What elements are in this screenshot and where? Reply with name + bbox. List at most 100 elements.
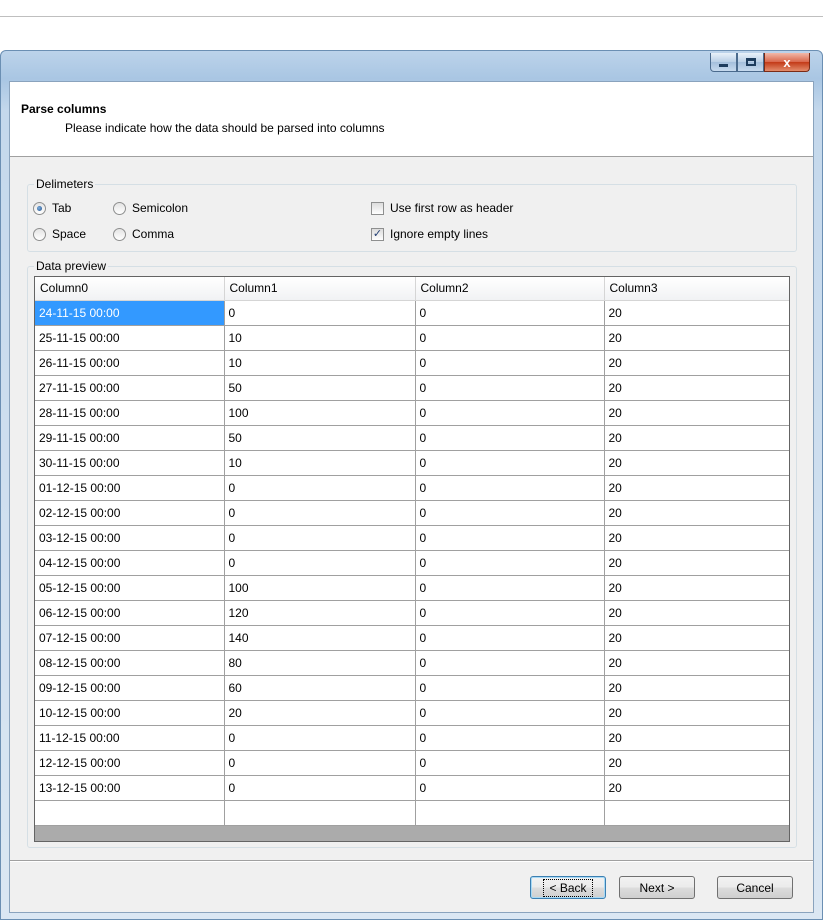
table-cell[interactable]: 10-12-15 00:00 [35, 700, 225, 726]
table-cell[interactable]: 13-12-15 00:00 [35, 775, 225, 801]
table-cell[interactable]: 0 [415, 450, 605, 476]
radio-comma[interactable]: Comma [113, 227, 174, 241]
table-row[interactable]: 26-11-15 00:00 10 0 20 [35, 350, 789, 376]
table-cell[interactable]: 0 [224, 300, 416, 326]
table-cell[interactable]: 0 [415, 700, 605, 726]
table-cell[interactable]: 0 [415, 325, 605, 351]
table-cell[interactable]: 20 [604, 350, 789, 376]
column-header-1[interactable]: Column1 [224, 277, 416, 301]
table-cell[interactable]: 20 [604, 400, 789, 426]
radio-comma-indicator[interactable] [113, 227, 126, 241]
use-first-row-header-box[interactable] [371, 201, 384, 215]
table-cell[interactable]: 24-11-15 00:00 [35, 300, 225, 326]
radio-semicolon-indicator[interactable] [113, 201, 126, 215]
back-button[interactable]: < Back [530, 876, 606, 899]
column-header-2[interactable]: Column2 [415, 277, 605, 301]
table-cell[interactable]: 0 [224, 550, 416, 576]
table-cell[interactable]: 0 [224, 525, 416, 551]
new-row[interactable] [35, 800, 789, 826]
table-cell[interactable]: 12-12-15 00:00 [35, 750, 225, 776]
table-cell[interactable]: 09-12-15 00:00 [35, 675, 225, 701]
table-cell[interactable]: 0 [224, 500, 416, 526]
table-cell[interactable]: 0 [415, 750, 605, 776]
table-row[interactable]: 08-12-15 00:00 80 0 20 [35, 650, 789, 676]
maximize-button[interactable] [737, 53, 764, 72]
table-cell[interactable]: 0 [415, 550, 605, 576]
table-cell[interactable]: 20 [224, 700, 416, 726]
table-row[interactable]: 02-12-15 00:00 0 0 20 [35, 500, 789, 526]
table-cell[interactable]: 100 [224, 400, 416, 426]
table-cell[interactable]: 06-12-15 00:00 [35, 600, 225, 626]
table-cell[interactable]: 26-11-15 00:00 [35, 350, 225, 376]
table-cell[interactable]: 03-12-15 00:00 [35, 525, 225, 551]
table-row[interactable]: 04-12-15 00:00 0 0 20 [35, 550, 789, 576]
table-cell[interactable]: 0 [415, 650, 605, 676]
table-cell[interactable]: 0 [224, 750, 416, 776]
table-cell[interactable]: 04-12-15 00:00 [35, 550, 225, 576]
table-row[interactable]: 29-11-15 00:00 50 0 20 [35, 425, 789, 451]
table-row[interactable]: 13-12-15 00:00 0 0 20 [35, 775, 789, 801]
table-cell[interactable]: 01-12-15 00:00 [35, 475, 225, 501]
table-cell[interactable]: 0 [415, 525, 605, 551]
table-cell[interactable]: 80 [224, 650, 416, 676]
table-row[interactable]: 12-12-15 00:00 0 0 20 [35, 750, 789, 776]
table-cell[interactable]: 20 [604, 650, 789, 676]
table-cell[interactable]: 10 [224, 350, 416, 376]
table-cell[interactable]: 20 [604, 625, 789, 651]
table-row[interactable]: 07-12-15 00:00 140 0 20 [35, 625, 789, 651]
ignore-empty-lines-checkbox[interactable]: ✓ Ignore empty lines [371, 227, 488, 241]
close-button[interactable]: x [764, 53, 810, 72]
table-cell[interactable]: 120 [224, 600, 416, 626]
table-cell[interactable]: 20 [604, 775, 789, 801]
table-cell[interactable]: 10 [224, 450, 416, 476]
minimize-button[interactable] [710, 53, 737, 72]
table-row[interactable]: 10-12-15 00:00 20 0 20 [35, 700, 789, 726]
table-cell[interactable]: 02-12-15 00:00 [35, 500, 225, 526]
table-cell[interactable]: 0 [415, 375, 605, 401]
table-cell[interactable]: 20 [604, 700, 789, 726]
table-cell[interactable]: 28-11-15 00:00 [35, 400, 225, 426]
table-cell[interactable]: 20 [604, 425, 789, 451]
table-cell[interactable]: 20 [604, 375, 789, 401]
radio-tab-indicator[interactable] [33, 201, 46, 215]
table-row[interactable]: 01-12-15 00:00 0 0 20 [35, 475, 789, 501]
next-button[interactable]: Next > [619, 876, 695, 899]
title-bar[interactable]: x [1, 51, 822, 81]
table-cell[interactable]: 20 [604, 475, 789, 501]
table-row[interactable]: 25-11-15 00:00 10 0 20 [35, 325, 789, 351]
table-cell[interactable]: 0 [415, 775, 605, 801]
column-header-0[interactable]: Column0 [35, 277, 225, 301]
table-cell[interactable]: 30-11-15 00:00 [35, 450, 225, 476]
table-cell[interactable]: 0 [415, 425, 605, 451]
table-cell[interactable]: 0 [415, 575, 605, 601]
table-cell[interactable]: 0 [224, 725, 416, 751]
radio-space[interactable]: Space [33, 227, 86, 241]
table-cell[interactable]: 50 [224, 375, 416, 401]
table-cell[interactable]: 05-12-15 00:00 [35, 575, 225, 601]
table-cell[interactable]: 20 [604, 725, 789, 751]
table-cell[interactable]: 100 [224, 575, 416, 601]
table-row[interactable]: 30-11-15 00:00 10 0 20 [35, 450, 789, 476]
column-header-3[interactable]: Column3 [604, 277, 789, 301]
table-cell[interactable]: 08-12-15 00:00 [35, 650, 225, 676]
table-cell[interactable]: 0 [224, 775, 416, 801]
table-row[interactable]: 27-11-15 00:00 50 0 20 [35, 375, 789, 401]
table-cell[interactable]: 25-11-15 00:00 [35, 325, 225, 351]
table-cell[interactable]: 0 [415, 475, 605, 501]
table-cell[interactable]: 0 [415, 600, 605, 626]
table-cell[interactable]: 20 [604, 325, 789, 351]
table-cell[interactable]: 20 [604, 525, 789, 551]
table-cell[interactable]: 50 [224, 425, 416, 451]
table-row[interactable]: 11-12-15 00:00 0 0 20 [35, 725, 789, 751]
table-cell[interactable]: 0 [415, 350, 605, 376]
table-row[interactable]: 03-12-15 00:00 0 0 20 [35, 525, 789, 551]
table-row[interactable]: 28-11-15 00:00 100 0 20 [35, 400, 789, 426]
table-cell[interactable]: 0 [415, 625, 605, 651]
table-cell[interactable]: 20 [604, 750, 789, 776]
table-cell[interactable]: 0 [415, 500, 605, 526]
new-row-cell[interactable] [415, 800, 605, 826]
use-first-row-header-checkbox[interactable]: Use first row as header [371, 201, 513, 215]
table-cell[interactable]: 20 [604, 450, 789, 476]
table-cell[interactable]: 0 [415, 725, 605, 751]
table-cell[interactable]: 29-11-15 00:00 [35, 425, 225, 451]
